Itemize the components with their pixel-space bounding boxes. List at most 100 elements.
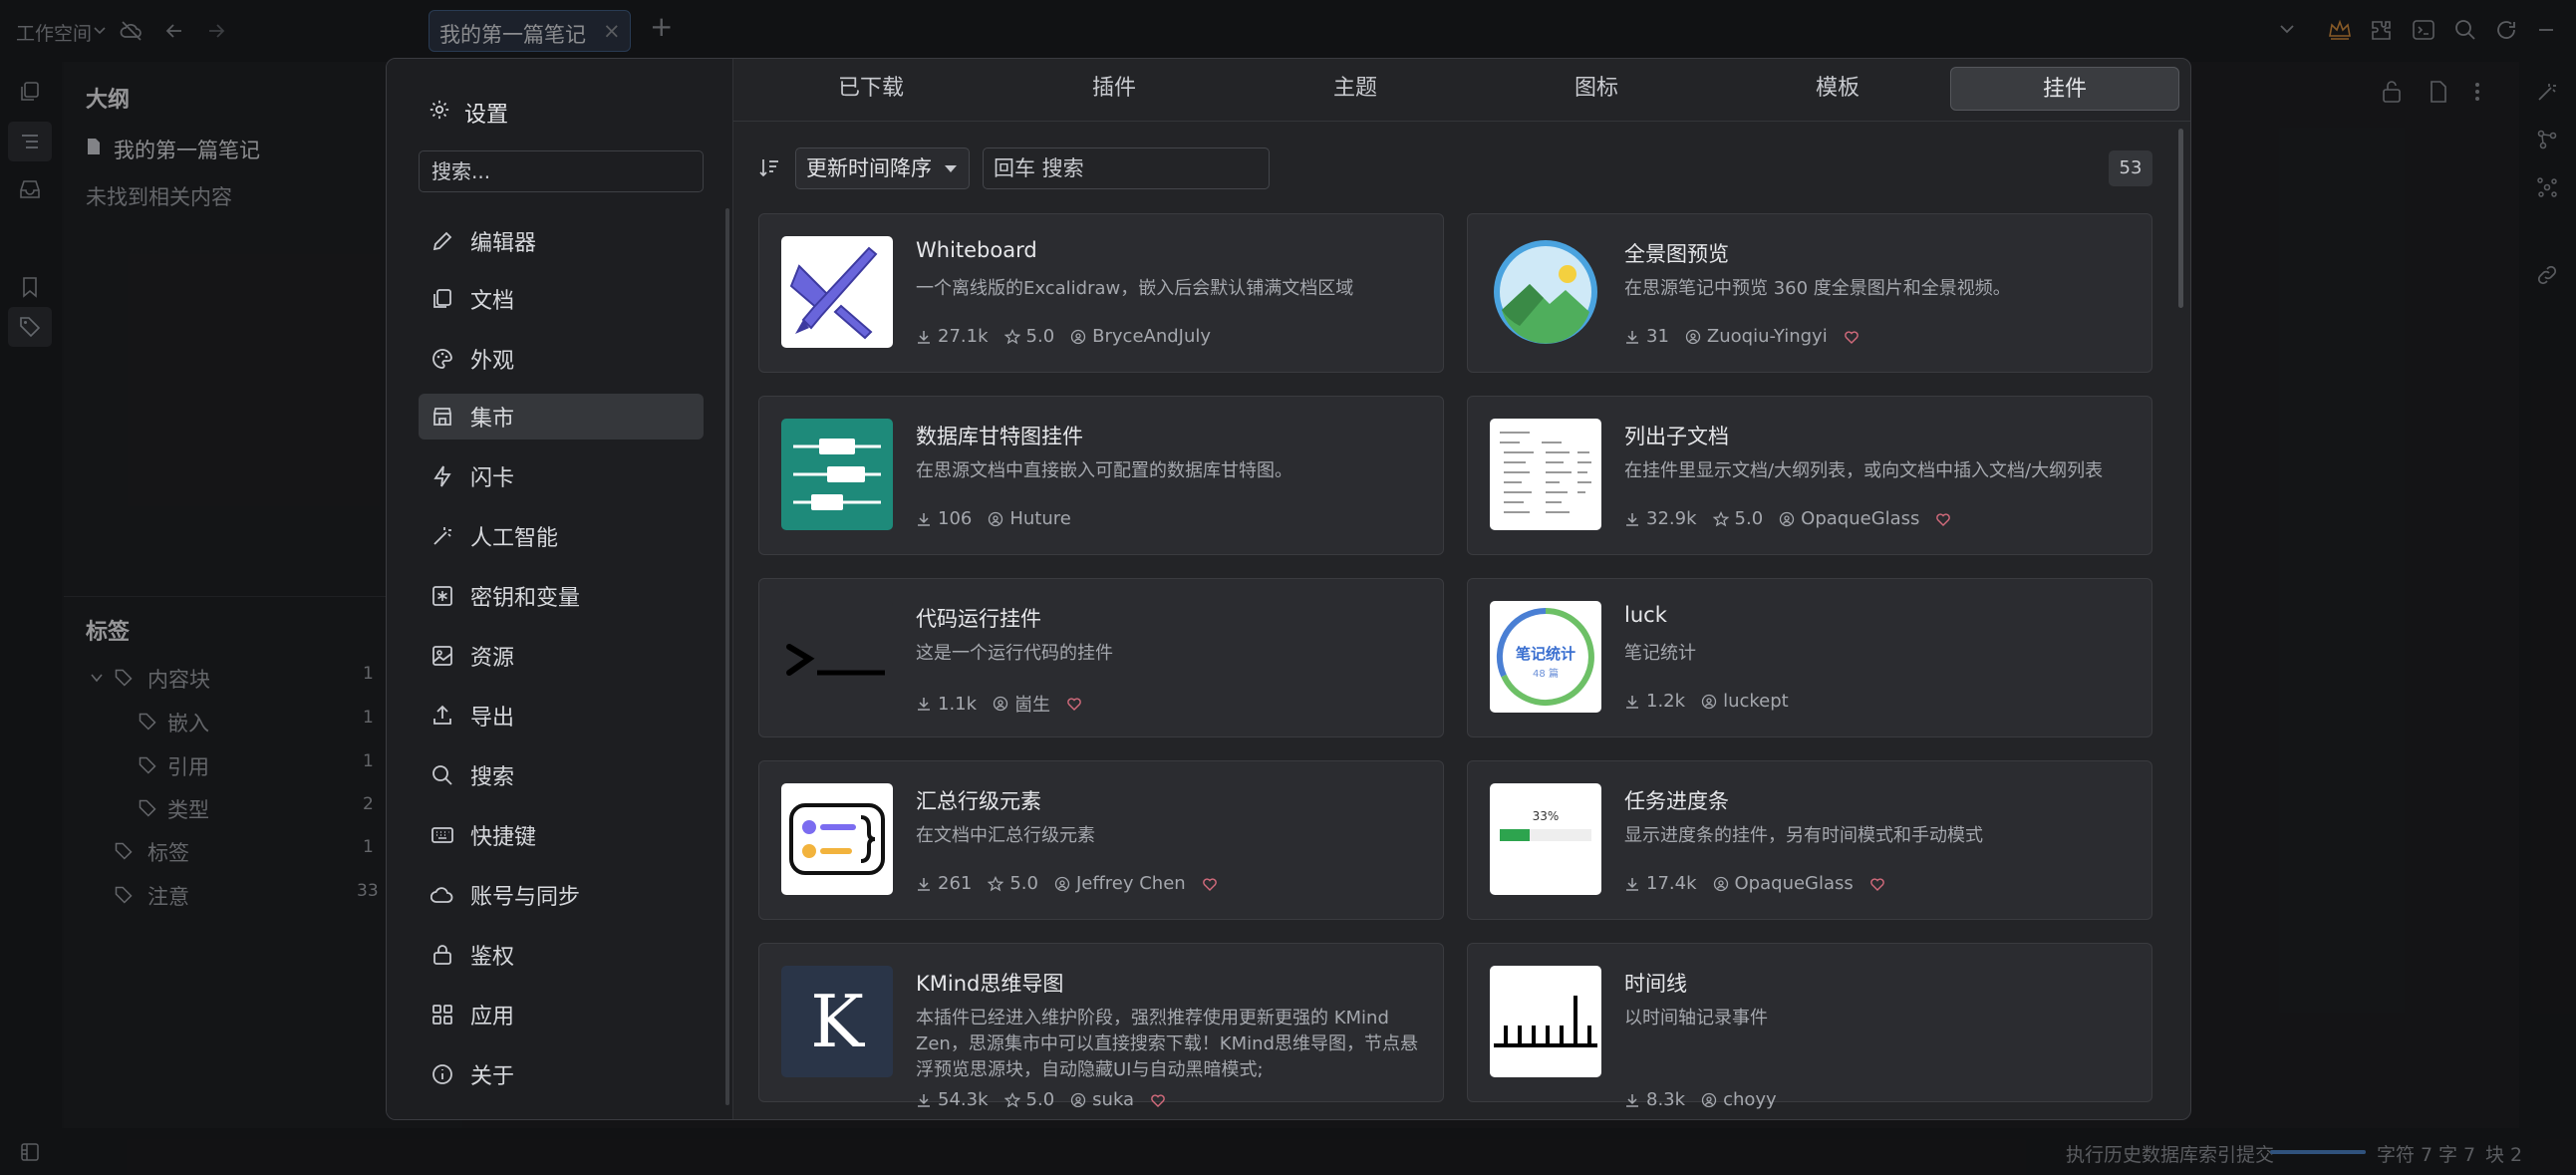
sidebar-scrollbar[interactable]	[725, 208, 729, 1105]
widget-card[interactable]: 33% 任务进度条 显示进度条的挂件，另有时间模式和手动模式 17.4k Opa…	[1467, 760, 2152, 920]
tab-widgets[interactable]: 挂件	[1950, 67, 2179, 111]
widget-description: 在思源文档中直接嵌入可配置的数据库甘特图。	[916, 460, 1292, 481]
nav-editor[interactable]: 编辑器	[419, 218, 704, 264]
caret-down-icon	[945, 165, 957, 172]
widget-thumbnail-timeline	[1490, 966, 1601, 1077]
author[interactable]: OpaqueGlass	[1735, 873, 1854, 894]
nav-label: 外观	[470, 349, 515, 374]
nav-assets[interactable]: 资源	[419, 633, 704, 679]
widget-card[interactable]: 列出子文档 在挂件里显示文档/大纲列表，或向文档中插入文档/大纲列表 32.9k…	[1467, 396, 2152, 555]
download-icon	[918, 512, 930, 526]
heart-icon[interactable]	[1869, 876, 1885, 892]
widget-card[interactable]: 全景图预览 在思源笔记中预览 360 度全景图片和全景视频。 31 Zuoqiu…	[1467, 213, 2152, 373]
tab-icons[interactable]: 图标	[1507, 67, 1686, 111]
heart-icon[interactable]	[1066, 696, 1082, 712]
rating: 5.0	[1025, 326, 1055, 347]
magic-wand-icon	[433, 527, 451, 545]
tab-themes[interactable]: 主题	[1266, 67, 1445, 111]
nav-document[interactable]: 文档	[419, 276, 704, 322]
author[interactable]: choyy	[1723, 1089, 1777, 1110]
widget-card[interactable]: 时间线 以时间轴记录事件 8.3k choyy	[1467, 943, 2152, 1110]
info-icon	[432, 1064, 452, 1084]
download-count: 106	[938, 508, 973, 529]
widget-description: 在挂件里显示文档/大纲列表，或向文档中插入文档/大纲列表	[1624, 460, 2104, 481]
nav-auth[interactable]: 鉴权	[419, 932, 704, 978]
star-icon	[1712, 510, 1729, 526]
download-count: 32.9k	[1646, 508, 1697, 529]
author[interactable]: Huture	[1009, 508, 1071, 529]
user-icon	[1071, 1092, 1086, 1107]
settings-search-input[interactable]: 搜索...	[419, 150, 704, 192]
nav-label: 闪卡	[470, 466, 515, 491]
settings-title: 设置	[464, 103, 509, 128]
widget-card[interactable]: Whiteboard 一个离线版的Excalidraw，嵌入后会默认铺满文档区域…	[758, 213, 1444, 373]
heart-icon[interactable]	[1844, 329, 1860, 345]
author[interactable]: luckept	[1723, 691, 1789, 712]
thumb-label: 33%	[1532, 809, 1560, 823]
nav-label: 关于	[470, 1064, 515, 1089]
nav-appearance[interactable]: 外观	[419, 336, 704, 382]
thumb-progress-track	[1500, 829, 1591, 841]
tab-templates[interactable]: 模板	[1748, 67, 1927, 111]
widget-description: 本插件已经进入维护阶段，强烈推荐使用更新更强的 KMind Zen，思源集市中可…	[916, 1008, 1418, 1080]
nav-account[interactable]: 账号与同步	[419, 872, 704, 918]
nav-keys[interactable]: 密钥和变量	[419, 573, 704, 619]
download-icon	[1626, 877, 1638, 891]
author[interactable]: 崮生	[1014, 691, 1050, 717]
author[interactable]: Jeffrey Chen	[1076, 873, 1186, 894]
nav-keymap[interactable]: 快捷键	[419, 812, 704, 858]
widget-search-input[interactable]: 回车 搜索	[983, 147, 1270, 189]
nav-search[interactable]: 搜索	[419, 752, 704, 798]
rating: 5.0	[1734, 508, 1764, 529]
store-icon	[433, 408, 451, 426]
sort-icon[interactable]	[758, 156, 780, 178]
palette-icon	[432, 349, 452, 369]
widget-description: 以时间轴记录事件	[1624, 1008, 1768, 1028]
widget-card[interactable]: 笔记统计 48 篇 luck 笔记统计 1.2k luckept	[1467, 578, 2152, 737]
download-count: 17.4k	[1646, 873, 1697, 894]
widget-meta: 31 Zuoqiu-Yingyi	[1624, 326, 1860, 347]
nav-about[interactable]: 关于	[419, 1055, 704, 1097]
cloud-icon	[430, 887, 453, 903]
rating: 5.0	[1025, 1089, 1055, 1110]
author[interactable]: suka	[1092, 1089, 1134, 1110]
sort-value: 更新时间降序	[806, 156, 932, 180]
lock-icon	[433, 945, 451, 965]
widget-title: luck	[1624, 603, 1667, 627]
widget-description: 一个离线版的Excalidraw，嵌入后会默认铺满文档区域	[916, 278, 1354, 299]
nav-ai[interactable]: 人工智能	[419, 513, 704, 559]
grid-scrollbar[interactable]	[2178, 129, 2183, 308]
nav-label: 文档	[470, 289, 515, 314]
heart-icon[interactable]	[1202, 876, 1218, 892]
thumb-label: 笔记统计	[1515, 645, 1575, 663]
author[interactable]: BryceAndJuly	[1092, 326, 1211, 347]
author[interactable]: Zuoqiu-Yingyi	[1707, 326, 1828, 347]
widget-card[interactable]: K KMind思维导图 本插件已经进入维护阶段，强烈推荐使用更新更强的 KMin…	[758, 943, 1444, 1110]
author[interactable]: OpaqueGlass	[1801, 508, 1919, 529]
tab-downloaded[interactable]: 已下载	[781, 67, 961, 111]
nav-label: 快捷键	[470, 825, 537, 850]
nav-label: 编辑器	[470, 231, 537, 256]
nav-flashcard[interactable]: 闪卡	[419, 453, 704, 499]
sort-select[interactable]: 更新时间降序	[795, 147, 970, 189]
widget-card[interactable]: 汇总行级元素 在文档中汇总行级元素 261 5.0 Jeffrey Chen	[758, 760, 1444, 920]
widget-count-badge: 53	[2109, 150, 2152, 186]
widget-card[interactable]: 数据库甘特图挂件 在思源文档中直接嵌入可配置的数据库甘特图。 106 Hutur…	[758, 396, 1444, 555]
user-icon	[1780, 511, 1795, 526]
nav-bazaar[interactable]: 集市	[419, 394, 704, 440]
nav-label: 导出	[470, 706, 515, 731]
widget-title: 时间线	[1624, 972, 1687, 996]
widget-meta: 17.4k OpaqueGlass	[1624, 873, 1885, 894]
widget-thumbnail-terminal	[781, 601, 893, 713]
tab-plugins[interactable]: 插件	[1024, 67, 1204, 111]
widget-card[interactable]: 代码运行挂件 这是一个运行代码的挂件 1.1k 崮生	[758, 578, 1444, 737]
nav-export[interactable]: 导出	[419, 693, 704, 738]
heart-icon[interactable]	[1150, 1092, 1166, 1108]
settings-dialog: 设置 搜索... 编辑器 文档 外观 集市 闪卡 人工智能 密钥和变量 资源 导…	[386, 58, 2191, 1120]
user-icon	[989, 511, 1003, 526]
download-count: 27.1k	[938, 326, 989, 347]
widget-meta: 261 5.0 Jeffrey Chen	[916, 873, 1218, 894]
nav-apps[interactable]: 应用	[419, 992, 704, 1037]
heart-icon[interactable]	[1935, 511, 1951, 527]
download-icon	[918, 1093, 930, 1107]
